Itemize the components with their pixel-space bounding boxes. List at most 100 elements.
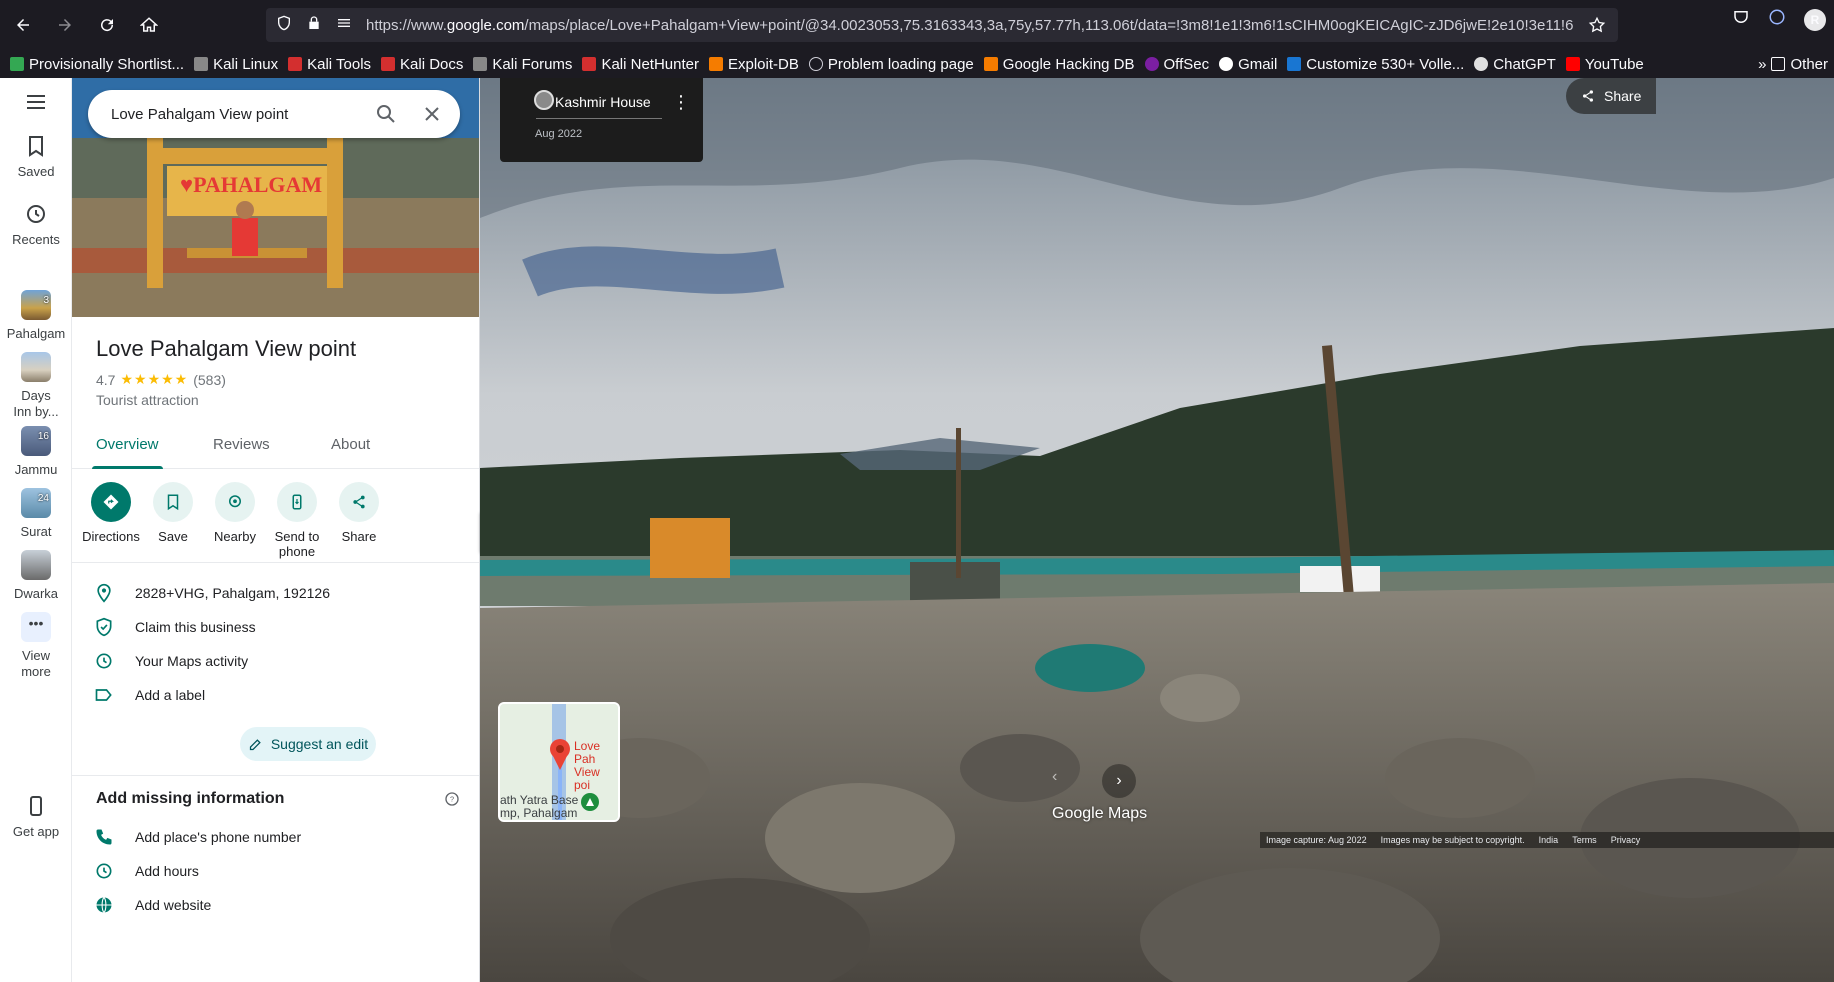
add-phone-row[interactable]: Add place's phone number — [72, 820, 479, 854]
back-icon[interactable] — [4, 6, 42, 44]
bookmark-item[interactable]: Gmail — [1219, 56, 1277, 73]
contributor-avatar[interactable] — [534, 90, 554, 110]
pocket-icon[interactable] — [1732, 8, 1750, 31]
place-label: Surat — [20, 524, 52, 539]
forward-icon[interactable] — [46, 6, 84, 44]
save-button[interactable]: Save — [138, 482, 208, 544]
review-count[interactable]: (583) — [193, 372, 226, 388]
add-hours-row[interactable]: Add hours — [72, 854, 479, 888]
street-view-share-button[interactable]: Share — [1566, 78, 1656, 114]
contributor-name[interactable]: Kashmir House — [555, 94, 651, 110]
share-icon — [1583, 90, 1593, 102]
bookmark-item[interactable]: Provisionally Shortlist... — [10, 56, 184, 73]
folder-icon — [1771, 57, 1786, 71]
permissions-icon[interactable] — [336, 15, 352, 35]
bookmark-item[interactable]: Problem loading page — [808, 55, 974, 73]
nearby-icon — [215, 482, 255, 522]
menu-button[interactable] — [0, 90, 72, 120]
add-website-row[interactable]: Add website — [72, 888, 479, 922]
capture-date: Aug 2022 — [535, 128, 583, 140]
close-icon[interactable] — [420, 102, 444, 126]
address-row[interactable]: 2828+VHG, Pahalgam, 192126 — [72, 576, 479, 610]
bookmark-item[interactable]: Kali NetHunter — [582, 56, 699, 73]
nearby-label: Nearby — [214, 529, 256, 544]
get-app-button[interactable]: Get app — [0, 794, 72, 839]
bookmark-label: Kali Linux — [213, 55, 279, 73]
share-button[interactable]: Share — [324, 482, 394, 544]
recents-button[interactable]: Recents — [0, 202, 72, 247]
url-text[interactable]: https://www.google.com/maps/place/Love+P… — [366, 17, 1586, 34]
recent-place-jammu[interactable]: 16 Jammu — [0, 426, 72, 477]
directions-button[interactable]: Directions — [76, 482, 146, 544]
tab-reviews[interactable]: Reviews — [213, 421, 270, 469]
view-more-button[interactable]: ••• View more — [0, 612, 72, 680]
copyright-text: Images may be subject to copyright. — [1380, 835, 1525, 845]
minimap-label-line: mp, Pahalgam — [500, 806, 578, 820]
claim-business-row[interactable]: Claim this business — [72, 610, 479, 644]
chevron-double-right-icon[interactable]: » — [1758, 56, 1766, 73]
bookmark-item[interactable]: Google Hacking DB — [983, 56, 1135, 73]
bookmark-item[interactable]: YouTube — [1565, 56, 1644, 73]
minimap[interactable]: Love Pah View poi ath Yatra Base mp, Pahal… — [498, 702, 620, 822]
bookmark-star-icon[interactable] — [1588, 16, 1606, 38]
bookmark-label: ChatGPT — [1493, 55, 1556, 73]
region-link[interactable]: India — [1539, 835, 1559, 845]
terms-link[interactable]: Terms — [1572, 835, 1597, 845]
bookmark-item[interactable]: OffSec — [1144, 55, 1210, 73]
recent-place-days-inn[interactable]: Days Inn by... — [0, 352, 72, 420]
recent-place-pahalgam[interactable]: 3 Pahalgam — [0, 290, 72, 341]
chevron-left-icon[interactable]: ‹ — [1052, 768, 1057, 786]
bookmark-item[interactable]: ChatGPT — [1474, 56, 1556, 73]
divider — [72, 562, 479, 563]
bookmark-item[interactable]: Kali Forums — [473, 56, 572, 73]
lock-icon[interactable] — [306, 15, 322, 35]
tab-about[interactable]: About — [331, 421, 370, 469]
recent-place-surat[interactable]: 24 Surat — [0, 488, 72, 539]
bookmarks-overflow[interactable]: » Other — [1758, 56, 1828, 73]
bookmark-favicon-icon — [1144, 57, 1159, 71]
chevron-right-icon[interactable]: › — [1102, 764, 1136, 798]
nearby-button[interactable]: Nearby — [200, 482, 270, 544]
action-buttons: Directions Save Nearby Send to phone Sha… — [72, 482, 479, 562]
bookmark-item[interactable]: Customize 530+ Volle... — [1287, 56, 1464, 73]
maps-activity-row[interactable]: Your Maps activity — [72, 644, 479, 678]
minimap-label-line: View poi — [574, 765, 600, 792]
send-to-phone-button[interactable]: Send to phone — [262, 482, 332, 559]
bookmark-favicon-icon — [582, 57, 597, 71]
recent-place-dwarka[interactable]: Dwarka — [0, 550, 72, 601]
saved-button[interactable]: Saved — [0, 134, 72, 179]
tab-overview[interactable]: Overview — [92, 421, 163, 469]
bookmark-item[interactable]: Exploit-DB — [708, 56, 799, 73]
home-icon[interactable] — [130, 6, 168, 44]
help-icon[interactable]: ? — [444, 791, 460, 807]
add-website-text: Add website — [135, 897, 212, 913]
search-input[interactable] — [111, 105, 361, 123]
bookmark-favicon-icon — [473, 57, 488, 71]
bookmark-label: Problem loading page — [827, 55, 974, 73]
bookmark-item[interactable]: Kali Linux — [194, 56, 278, 73]
add-label-row[interactable]: Add a label — [72, 678, 479, 712]
bookmark-item[interactable]: Kali Tools — [288, 56, 371, 73]
search-icon[interactable] — [374, 102, 398, 126]
suggest-edit-button[interactable]: Suggest an edit — [240, 727, 376, 761]
more-vert-icon[interactable]: ⋮ — [672, 92, 690, 113]
place-photo[interactable]: ♥PAHALGAM — [72, 78, 479, 317]
place-category[interactable]: Tourist attraction — [96, 392, 199, 408]
reload-icon[interactable] — [88, 6, 126, 44]
url-bar[interactable]: https://www.google.com/maps/place/Love+P… — [266, 8, 1618, 42]
search-box[interactable] — [88, 90, 460, 138]
location-pin-icon — [94, 583, 114, 603]
minimap-label-line: ath Yatra Base — [500, 793, 579, 807]
account-sync-icon[interactable] — [1768, 8, 1786, 31]
bookmark-favicon-icon — [194, 57, 209, 71]
profile-avatar[interactable]: R — [1804, 8, 1826, 31]
street-view[interactable]: Kashmir House ⋮ Aug 2022 Share Love Pah V… — [480, 78, 1834, 982]
bookmark-label: OffSec — [1163, 55, 1210, 73]
privacy-link[interactable]: Privacy — [1611, 835, 1641, 845]
hamburger-icon[interactable] — [24, 90, 48, 114]
bookmark-item[interactable]: Kali Docs — [381, 56, 463, 73]
other-bookmarks-label[interactable]: Other — [1790, 56, 1828, 73]
place-label: Pahalgam — [6, 326, 66, 341]
shield-icon[interactable] — [276, 15, 292, 35]
street-view-footer: Image capture: Aug 2022 Images may be su… — [1260, 832, 1834, 848]
